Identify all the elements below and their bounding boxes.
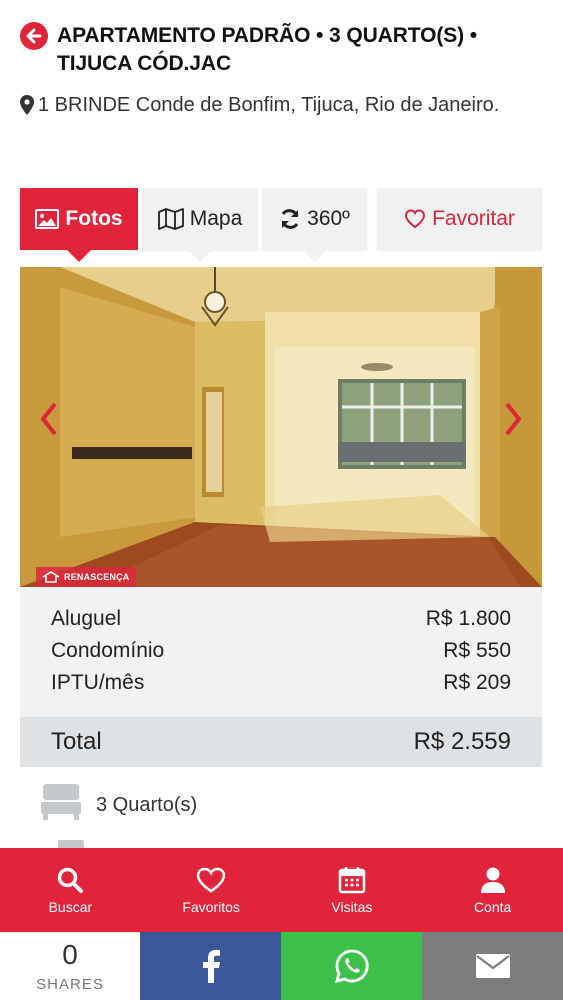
price-total-row: Total R$ 2.559	[20, 717, 542, 767]
bottom-navigation: Buscar Favoritos Visitas Conta	[0, 848, 563, 932]
nav-conta-label: Conta	[473, 899, 512, 915]
feature-label: 3 Quarto(s)	[96, 793, 198, 816]
active-tab-caret	[67, 250, 91, 262]
share-whatsapp-button[interactable]	[281, 932, 422, 1000]
nav-buscar[interactable]: Buscar	[0, 848, 141, 932]
favoritar-button[interactable]: Favoritar	[377, 188, 542, 250]
agency-watermark-text: RENASCENÇA	[64, 572, 130, 582]
share-count-label: SHARES	[36, 976, 104, 993]
photo-next-button[interactable]	[498, 399, 528, 439]
price-value: R$ 550	[443, 639, 511, 662]
search-icon	[58, 867, 84, 893]
tab-fotos[interactable]: Fotos	[20, 188, 138, 262]
media-tabs: Fotos Mapa 360º Favoritar	[20, 188, 542, 262]
tab-caret	[188, 250, 212, 262]
share-count: 0	[62, 939, 78, 970]
price-row-condominio: Condomínio R$ 550	[20, 635, 542, 667]
price-row-aluguel: Aluguel R$ 1.800	[20, 603, 542, 635]
price-value: R$ 1.800	[425, 607, 511, 630]
price-value: R$ 209	[443, 671, 511, 694]
price-label: Aluguel	[51, 607, 122, 630]
tab-fotos-label: Fotos	[65, 207, 123, 230]
nav-visitas[interactable]: Visitas	[282, 848, 423, 932]
chevron-right-icon	[505, 402, 521, 436]
arrow-left-icon	[26, 28, 42, 44]
calendar-icon	[338, 867, 366, 894]
photo-prev-button[interactable]	[34, 399, 64, 439]
share-facebook-button[interactable]	[140, 932, 281, 1000]
heart-icon	[405, 209, 426, 229]
feature-bedrooms: 3 Quarto(s)	[40, 782, 197, 828]
price-row-iptu: IPTU/mês R$ 209	[20, 667, 542, 699]
nav-visitas-label: Visitas	[331, 899, 373, 915]
house-logo-icon	[42, 571, 60, 583]
listing-photo[interactable]: RENASCENÇA	[20, 267, 542, 587]
heart-icon	[196, 867, 226, 893]
nav-favoritos-label: Favoritos	[182, 899, 240, 915]
tab-mapa-label: Mapa	[189, 207, 243, 230]
map-pin-icon	[20, 95, 34, 115]
nav-conta[interactable]: Conta	[422, 848, 563, 932]
favoritar-label: Favoritar	[432, 207, 515, 230]
tab-360[interactable]: 360º	[262, 188, 367, 262]
price-label: IPTU/mês	[51, 671, 145, 694]
map-icon	[157, 208, 184, 230]
listing-title: APARTAMENTO PADRÃO • 3 QUARTO(S) • TIJUC…	[57, 24, 478, 75]
facebook-icon	[202, 950, 220, 983]
total-value: R$ 2.559	[413, 728, 511, 755]
share-email-button[interactable]	[422, 932, 563, 1000]
apartment-room-image	[20, 267, 542, 587]
refresh-icon	[281, 209, 299, 229]
price-label: Condomínio	[51, 639, 165, 662]
listing-address: 1 BRINDE Conde de Bonfim, Tijuca, Rio de…	[38, 94, 500, 116]
agency-watermark: RENASCENÇA	[36, 567, 136, 587]
envelope-icon	[475, 954, 510, 978]
bed-icon	[41, 784, 81, 820]
tab-mapa[interactable]: Mapa	[142, 188, 258, 262]
nav-favoritos[interactable]: Favoritos	[141, 848, 282, 932]
back-button[interactable]	[20, 22, 48, 50]
listing-header: APARTAMENTO PADRÃO • 3 QUARTO(S) • TIJUC…	[20, 22, 540, 118]
tab-caret	[302, 250, 327, 262]
user-icon	[480, 867, 505, 893]
whatsapp-icon	[334, 949, 369, 983]
chevron-left-icon	[41, 402, 57, 436]
nav-buscar-label: Buscar	[48, 899, 93, 915]
share-counter: 0 SHARES	[0, 932, 140, 1000]
share-bar: 0 SHARES	[0, 932, 563, 1000]
image-icon	[35, 209, 60, 229]
total-label: Total	[51, 728, 102, 755]
price-breakdown: Aluguel R$ 1.800 Condomínio R$ 550 IPTU/…	[20, 587, 542, 767]
tab-360-label: 360º	[307, 207, 350, 230]
